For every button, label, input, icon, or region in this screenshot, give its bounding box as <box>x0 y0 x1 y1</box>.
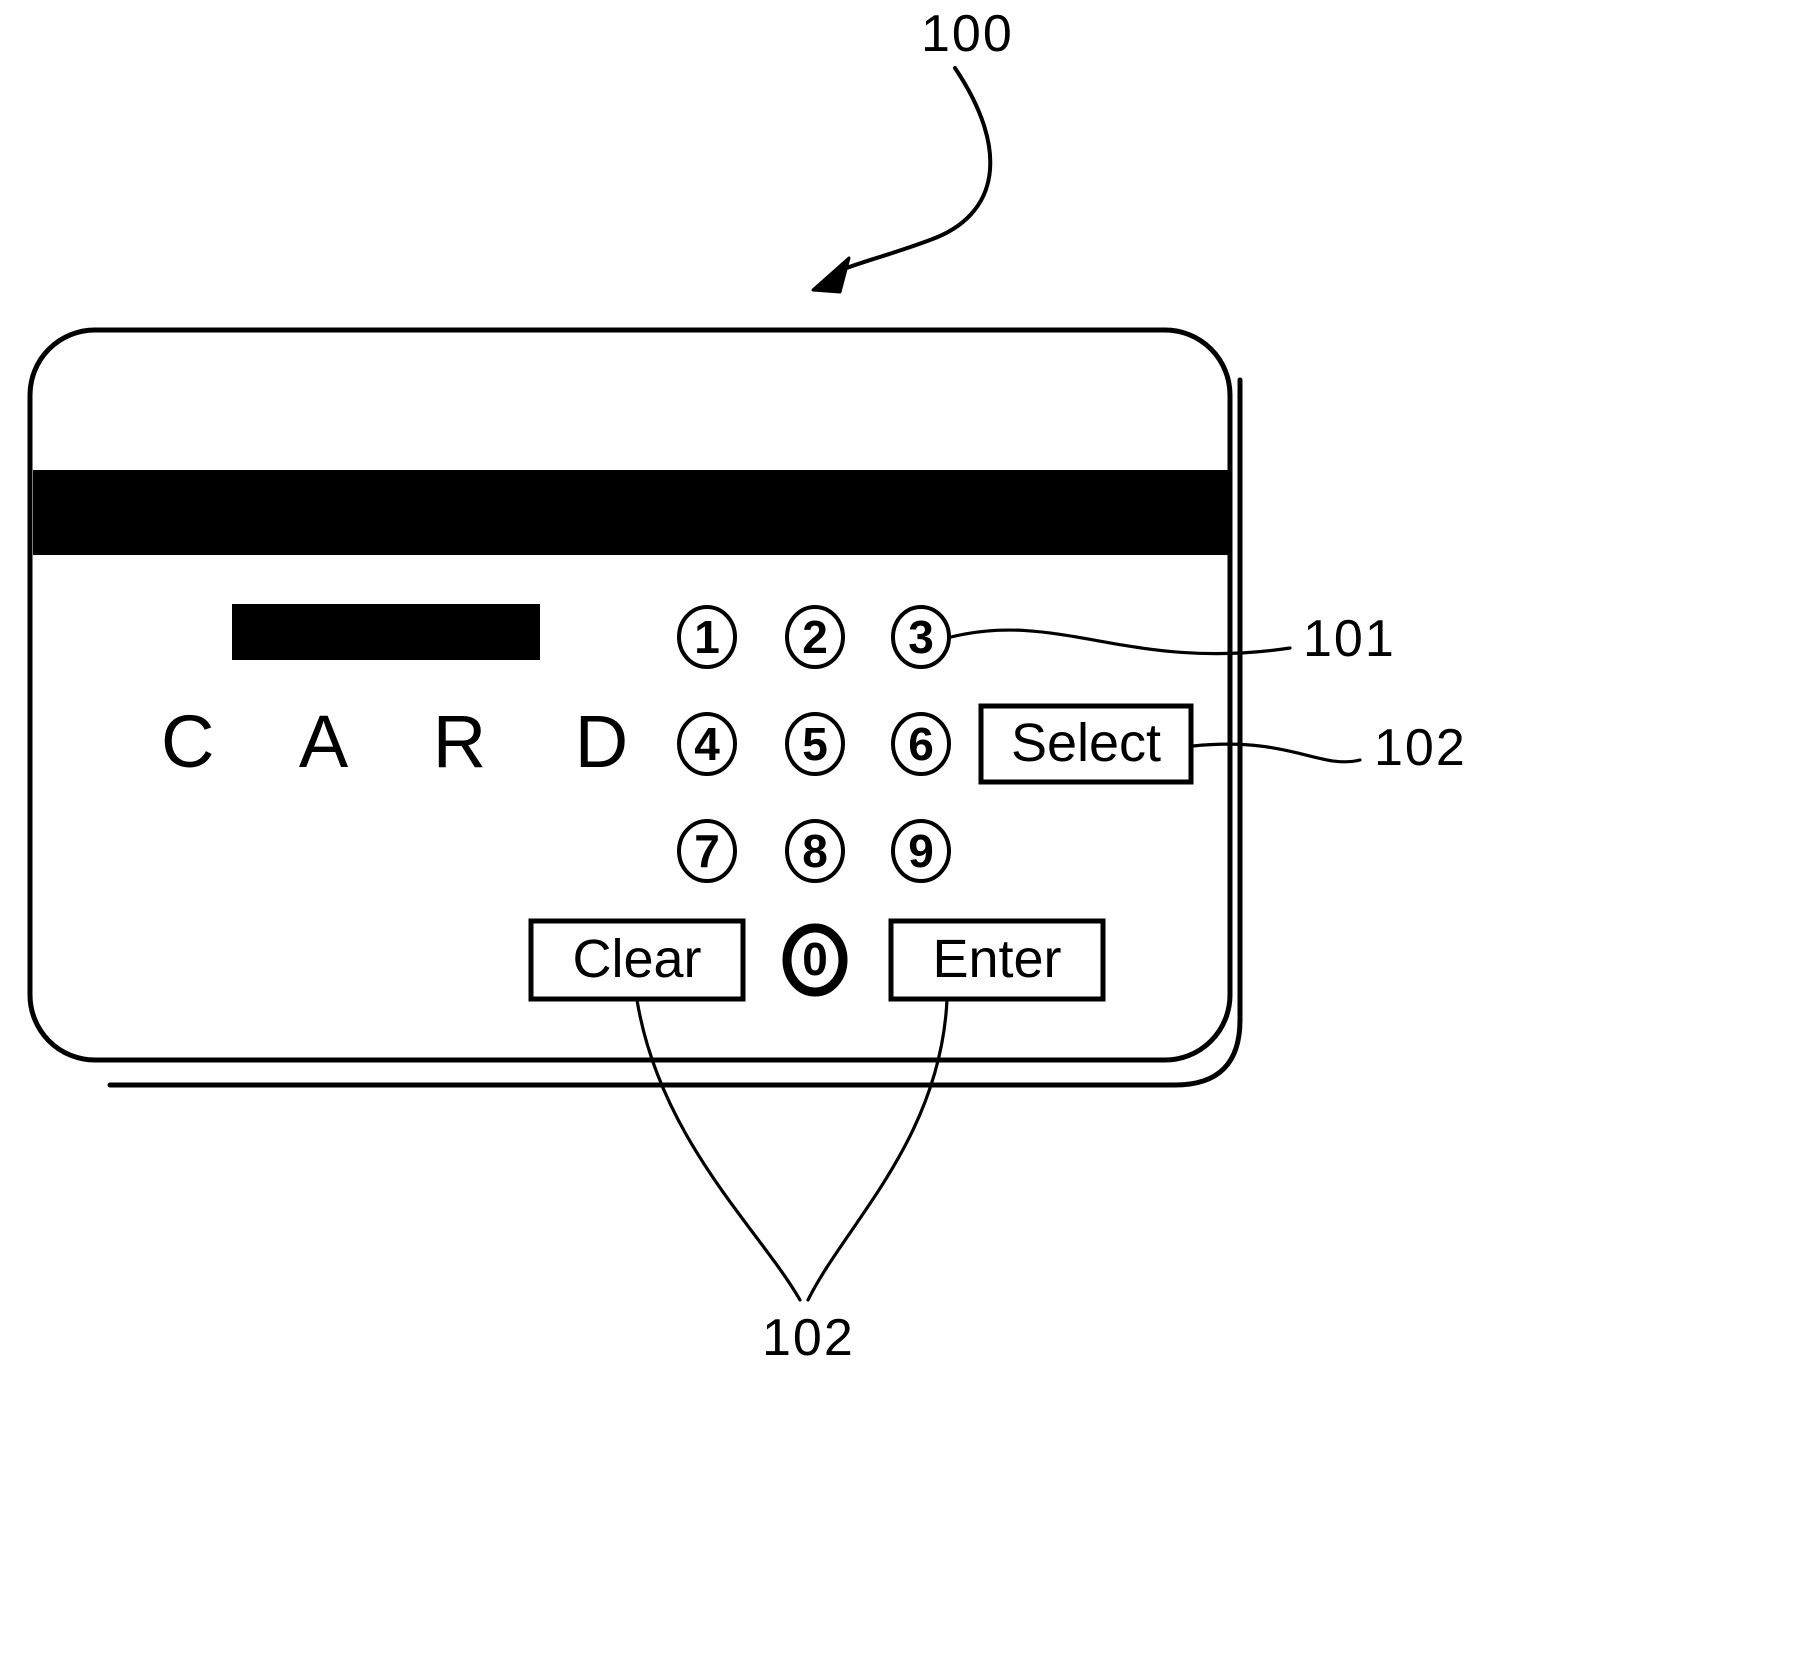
magnetic-stripe-icon <box>33 470 1228 555</box>
select-key-label[interactable]: Select <box>981 716 1191 770</box>
patent-figure: 100 101 102 102 C A R D 1 2 3 4 5 6 7 8 … <box>0 0 1815 1680</box>
keypad-key-3[interactable]: 3 <box>893 614 949 660</box>
keypad-key-4[interactable]: 4 <box>679 721 735 767</box>
ref-numeral-100: 100 <box>921 5 1014 63</box>
enter-key-label[interactable]: Enter <box>891 932 1103 986</box>
clear-key-label[interactable]: Clear <box>531 932 743 986</box>
signature-panel-icon <box>232 604 540 660</box>
keypad-key-9[interactable]: 9 <box>893 828 949 874</box>
card-face-text: C A R D <box>161 700 663 783</box>
keypad-key-5[interactable]: 5 <box>787 721 843 767</box>
leader-arrow-100 <box>811 66 993 294</box>
ref-numeral-101: 101 <box>1303 610 1396 668</box>
keypad-key-0[interactable]: 0 <box>787 936 843 982</box>
ref-numeral-102-bottom: 102 <box>762 1309 855 1367</box>
keypad-key-8[interactable]: 8 <box>787 828 843 874</box>
ref-numeral-102-right: 102 <box>1374 719 1467 777</box>
keypad-key-6[interactable]: 6 <box>893 721 949 767</box>
keypad-key-2[interactable]: 2 <box>787 614 843 660</box>
keypad-key-7[interactable]: 7 <box>679 828 735 874</box>
keypad-key-1[interactable]: 1 <box>679 614 735 660</box>
